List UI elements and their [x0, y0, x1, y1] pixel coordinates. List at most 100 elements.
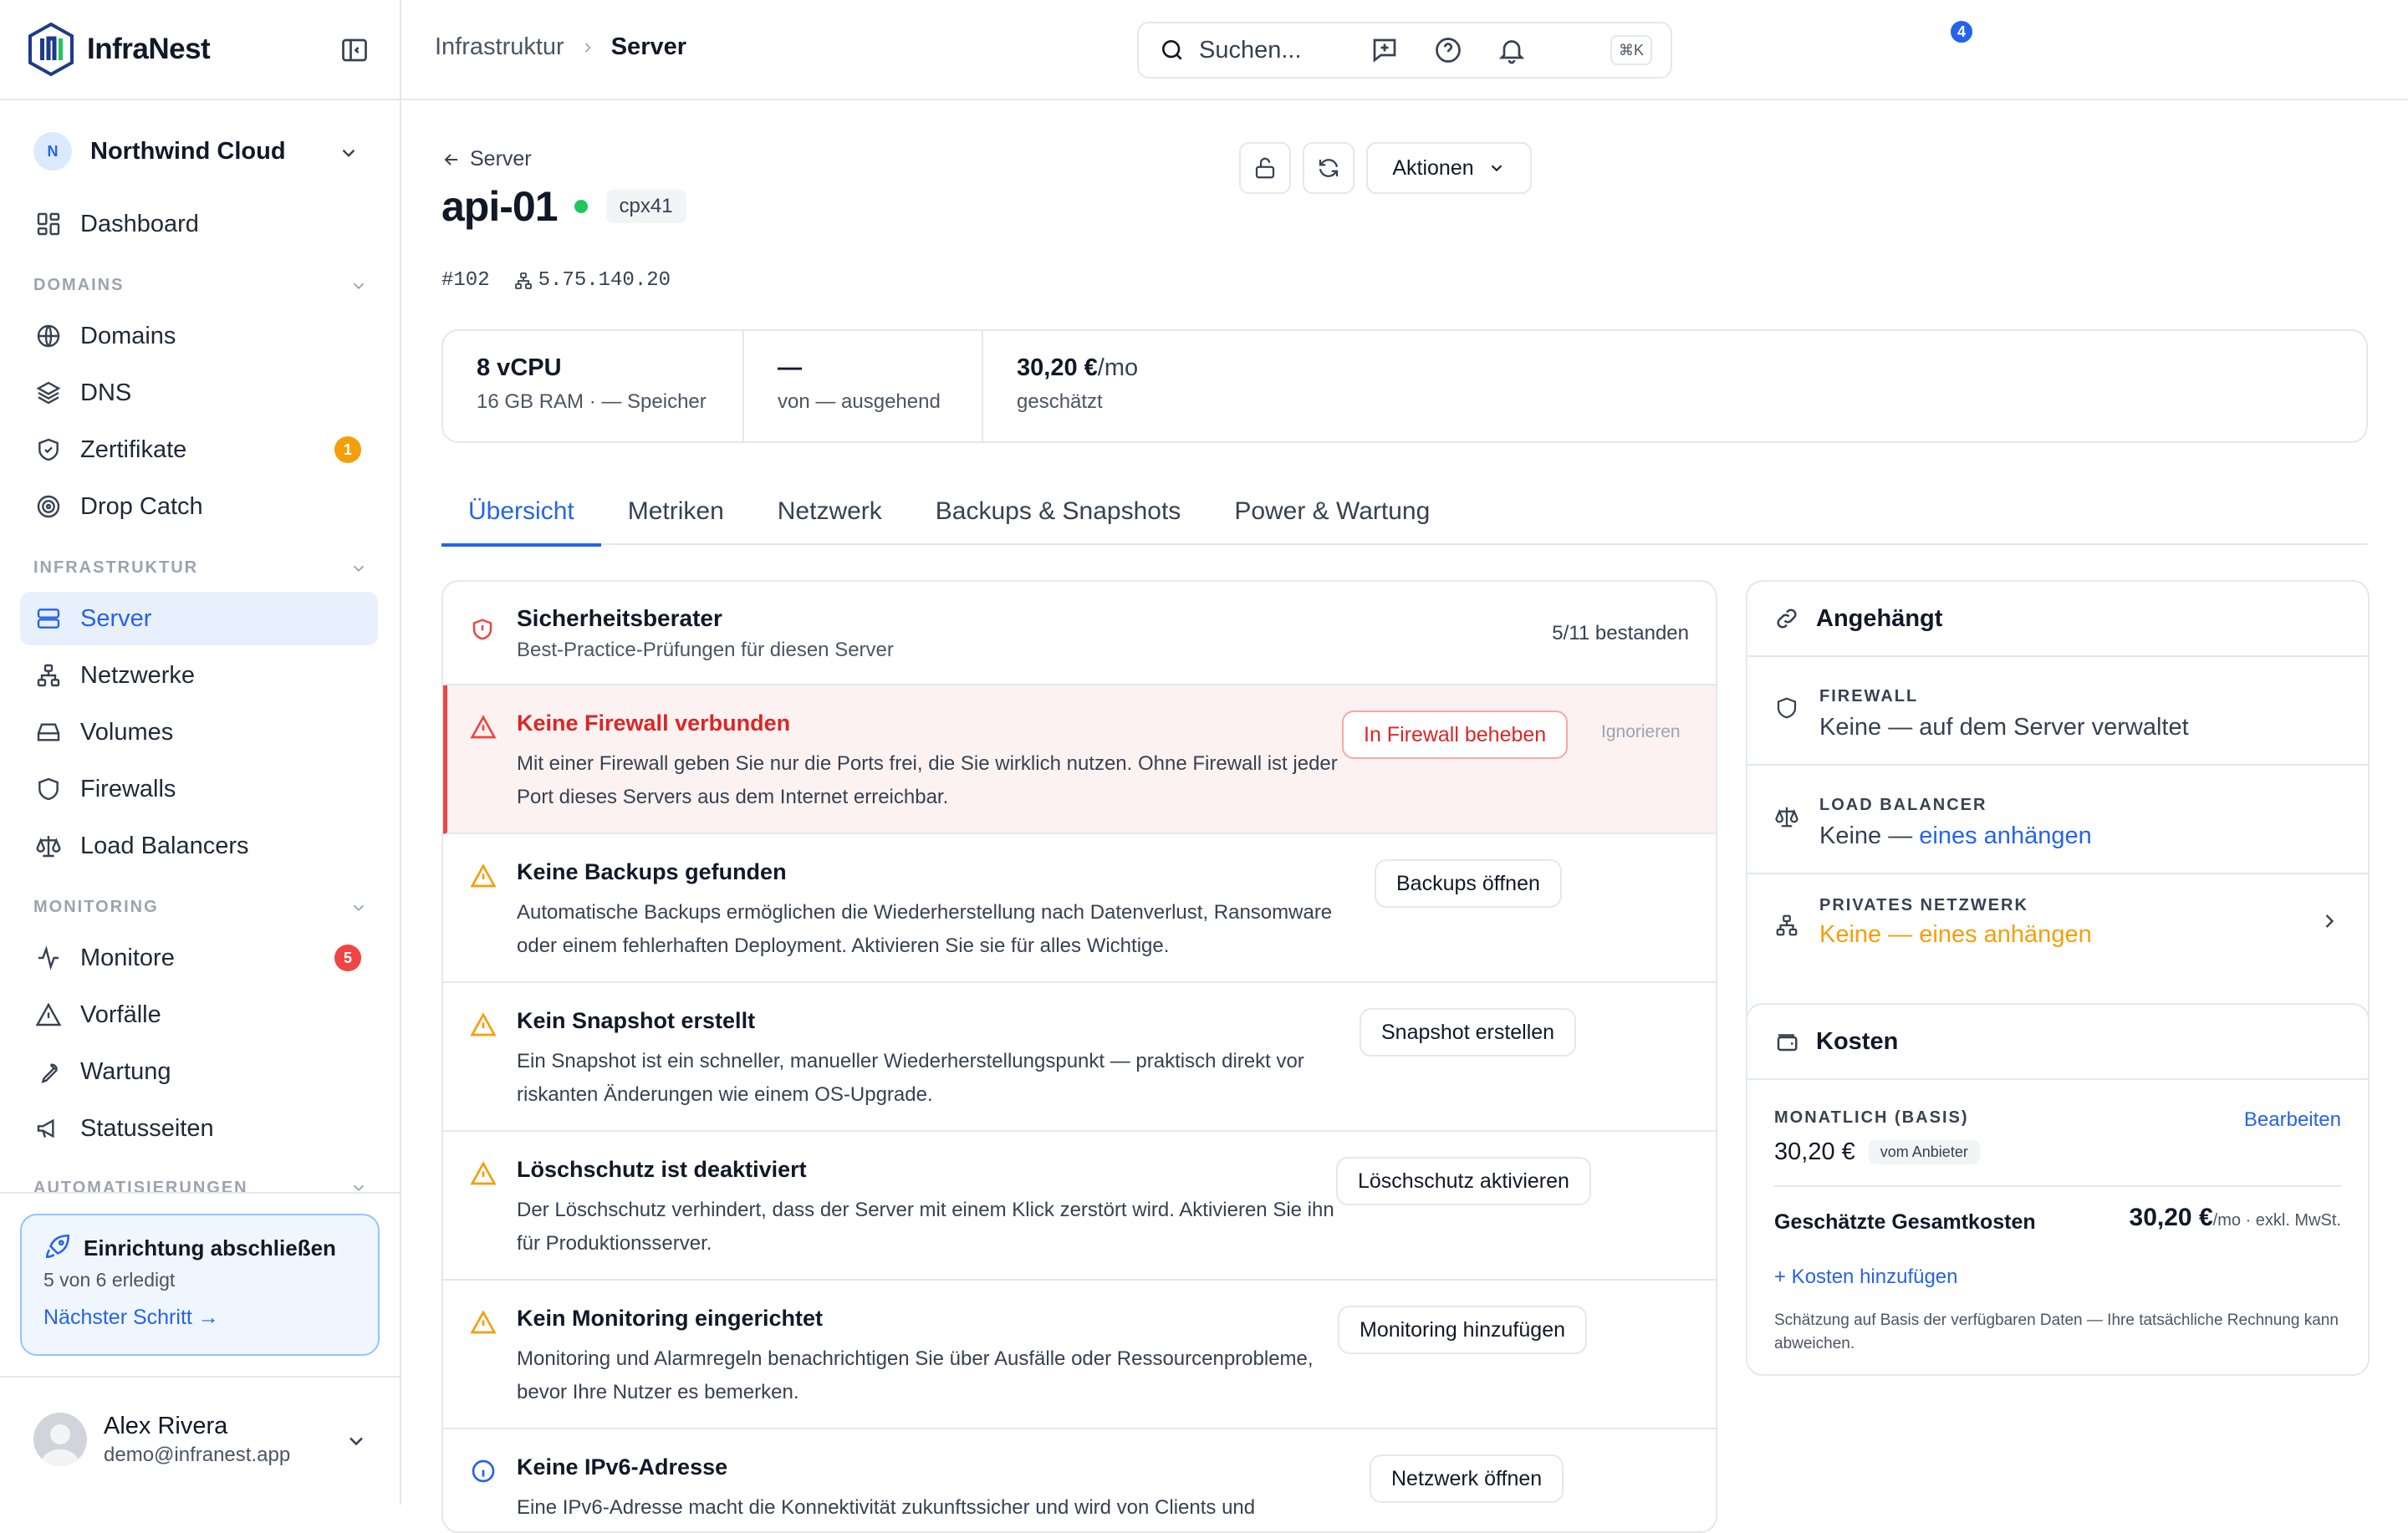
- tab-backups[interactable]: Backups & Snapshots: [909, 478, 1208, 545]
- open-network-button[interactable]: Netzwerk öffnen: [1370, 1454, 1564, 1503]
- app-logo[interactable]: InfraNest: [27, 22, 211, 77]
- advisor-item-desc: Monitoring und Alarmregeln benachrichtig…: [517, 1347, 1314, 1403]
- lock-button[interactable]: [1239, 142, 1291, 194]
- info-icon: [472, 1459, 495, 1483]
- user-menu[interactable]: Alex Rivera demo@infranest.app: [33, 1401, 376, 1478]
- advisor-item-backups: Keine Backups gefunden Automatische Back…: [443, 834, 1716, 983]
- tab-network[interactable]: Netzwerk: [751, 478, 909, 545]
- actions-label: Aktionen: [1392, 155, 1474, 180]
- ignore-button[interactable]: Ignorieren: [1601, 722, 1681, 742]
- advisor-item-snapshot: Kein Snapshot erstellt Ein Snapshot ist …: [443, 983, 1716, 1132]
- sidebar-item-load-balancers[interactable]: Load Balancers: [20, 819, 378, 873]
- server-id: #102: [441, 269, 490, 292]
- section-domains[interactable]: DOMAINS: [33, 276, 368, 295]
- setup-title: Einrichtung abschließen: [84, 1235, 336, 1261]
- attached-value-text: Keine —: [1819, 823, 1920, 849]
- warning-icon: [470, 1161, 497, 1185]
- section-infrastructure[interactable]: INFRASTRUKTUR: [33, 558, 368, 578]
- fix-firewall-button[interactable]: In Firewall beheben: [1342, 710, 1569, 759]
- chevron-down-icon: [349, 1437, 363, 1446]
- shield-icon: [1777, 697, 1797, 719]
- feedback-icon[interactable]: [1366, 32, 1403, 69]
- layers-icon: [33, 378, 64, 408]
- sidebar-item-firewalls[interactable]: Firewalls: [20, 762, 378, 816]
- status-dot: [574, 200, 588, 213]
- add-cost-link[interactable]: + Kosten hinzufügen: [1774, 1266, 1958, 1289]
- sidebar-item-label: Domains: [80, 322, 176, 349]
- source-chip: vom Anbieter: [1868, 1140, 1980, 1164]
- refresh-icon: [1319, 159, 1339, 177]
- setup-card[interactable]: Einrichtung abschließen 5 von 6 erledigt…: [20, 1214, 380, 1356]
- tab-metrics[interactable]: Metriken: [601, 478, 751, 545]
- sidebar-item-drop-catch[interactable]: Drop Catch: [20, 480, 378, 533]
- help-icon[interactable]: [1430, 32, 1467, 69]
- org-switcher[interactable]: N Northwind Cloud: [33, 130, 368, 172]
- sidebar-item-maintenance[interactable]: Wartung: [20, 1045, 378, 1098]
- advisor-item-desc: Mit einer Firewall geben Sie nur die Por…: [517, 752, 1338, 808]
- attach-lb-link[interactable]: eines anhängen: [1919, 823, 2091, 849]
- attached-header: Angehängt: [1747, 582, 2368, 657]
- open-backups-button[interactable]: Backups öffnen: [1375, 859, 1562, 908]
- costs-title: Kosten: [1816, 1027, 1899, 1055]
- sidebar-item-dashboard[interactable]: Dashboard: [20, 197, 378, 251]
- warning-icon: [470, 1012, 497, 1036]
- sidebar-item-networks[interactable]: Netzwerke: [20, 649, 378, 702]
- section-monitoring[interactable]: MONITORING: [33, 898, 368, 917]
- search-input[interactable]: Suchen... ⌘K: [1137, 22, 1672, 79]
- attached-private-network[interactable]: PRIVATES NETZWERK Keine — eines anhängen: [1747, 874, 2368, 983]
- arrow-left-icon: [444, 153, 457, 166]
- org-avatar: N: [33, 132, 72, 171]
- tab-overview[interactable]: Übersicht: [441, 478, 601, 547]
- wallet-icon: [1777, 1034, 1798, 1052]
- main-content: Server api-01 cpx41 #102 5.75.140.20 Akt…: [401, 100, 2408, 1533]
- sidebar-item-dns[interactable]: DNS: [20, 366, 378, 420]
- tab-power[interactable]: Power & Wartung: [1207, 478, 1457, 545]
- sidebar-divider: [0, 1376, 400, 1378]
- sidebar-collapse-icon[interactable]: [339, 35, 371, 65]
- megaphone-icon: [33, 1113, 64, 1143]
- certificates-count-badge: 1: [334, 436, 361, 463]
- stat-resources: 8 vCPU 16 GB RAM · — Speicher: [443, 331, 744, 441]
- breadcrumb-parent[interactable]: Infrastruktur: [435, 33, 564, 61]
- cost-note: Schätzung auf Basis der verfügbaren Date…: [1774, 1311, 2339, 1352]
- shield-alert-icon: [472, 619, 492, 640]
- sidebar-item-domains[interactable]: Domains: [20, 309, 378, 363]
- sidebar-item-label: Netzwerke: [80, 661, 195, 689]
- create-snapshot-button[interactable]: Snapshot erstellen: [1360, 1008, 1577, 1057]
- monthly-label: MONATLICH (BASIS): [1774, 1108, 1969, 1127]
- attached-value: Keine — eines anhängen: [1819, 921, 2092, 948]
- section-label: AUTOMATISIERUNGEN: [33, 1179, 248, 1192]
- edit-cost-link[interactable]: Bearbeiten: [2244, 1108, 2341, 1132]
- attached-value: Keine — eines anhängen: [1819, 823, 2092, 850]
- refresh-button[interactable]: [1303, 142, 1354, 194]
- sidebar-item-server[interactable]: Server: [20, 592, 378, 645]
- advisor-subtitle: Best-Practice-Prüfungen für diesen Serve…: [517, 639, 894, 661]
- enable-delete-protection-button[interactable]: Löschschutz aktivieren: [1336, 1157, 1591, 1205]
- advisor-item-desc: Automatische Backups ermöglichen die Wie…: [517, 901, 1333, 957]
- total-value: 30,20 €: [2129, 1204, 2213, 1231]
- sidebar-item-incidents[interactable]: Vorfälle: [20, 988, 378, 1042]
- advisor-item-ipv6: Keine IPv6-Adresse Eine IPv6-Adresse mac…: [443, 1429, 1716, 1531]
- next-step-link[interactable]: Nächster Schritt →: [43, 1306, 219, 1330]
- target-icon: [33, 491, 64, 522]
- sidebar-item-status-pages[interactable]: Statusseiten: [20, 1102, 378, 1155]
- user-email: demo@infranest.app: [104, 1443, 291, 1466]
- sidebar-item-label: Zertifikate: [80, 435, 187, 463]
- sidebar-item-label: Server: [80, 604, 152, 632]
- sidebar-item-volumes[interactable]: Volumes: [20, 705, 378, 759]
- section-label: MONITORING: [33, 898, 159, 916]
- security-advisor: Sicherheitsberater Best-Practice-Prüfung…: [441, 580, 1717, 1533]
- breadcrumb-current: Server: [610, 33, 687, 60]
- sidebar-item-certificates[interactable]: Zertifikate 1: [20, 423, 378, 476]
- actions-dropdown[interactable]: Aktionen: [1366, 142, 1532, 194]
- add-monitoring-button[interactable]: Monitoring hinzufügen: [1338, 1306, 1587, 1354]
- total-unit: /mo · exkl. MwSt.: [2212, 1211, 2341, 1230]
- search-icon: [1162, 40, 1182, 60]
- stat-unit: /mo: [1097, 354, 1139, 381]
- bell-icon[interactable]: [1493, 32, 1530, 69]
- sidebar-item-monitors[interactable]: Monitore 5: [20, 931, 378, 985]
- back-link[interactable]: Server: [441, 147, 532, 171]
- chevron-right-icon: [2325, 914, 2334, 928]
- section-automation[interactable]: AUTOMATISIERUNGEN: [33, 1179, 368, 1192]
- app-name: InfraNest: [87, 33, 211, 65]
